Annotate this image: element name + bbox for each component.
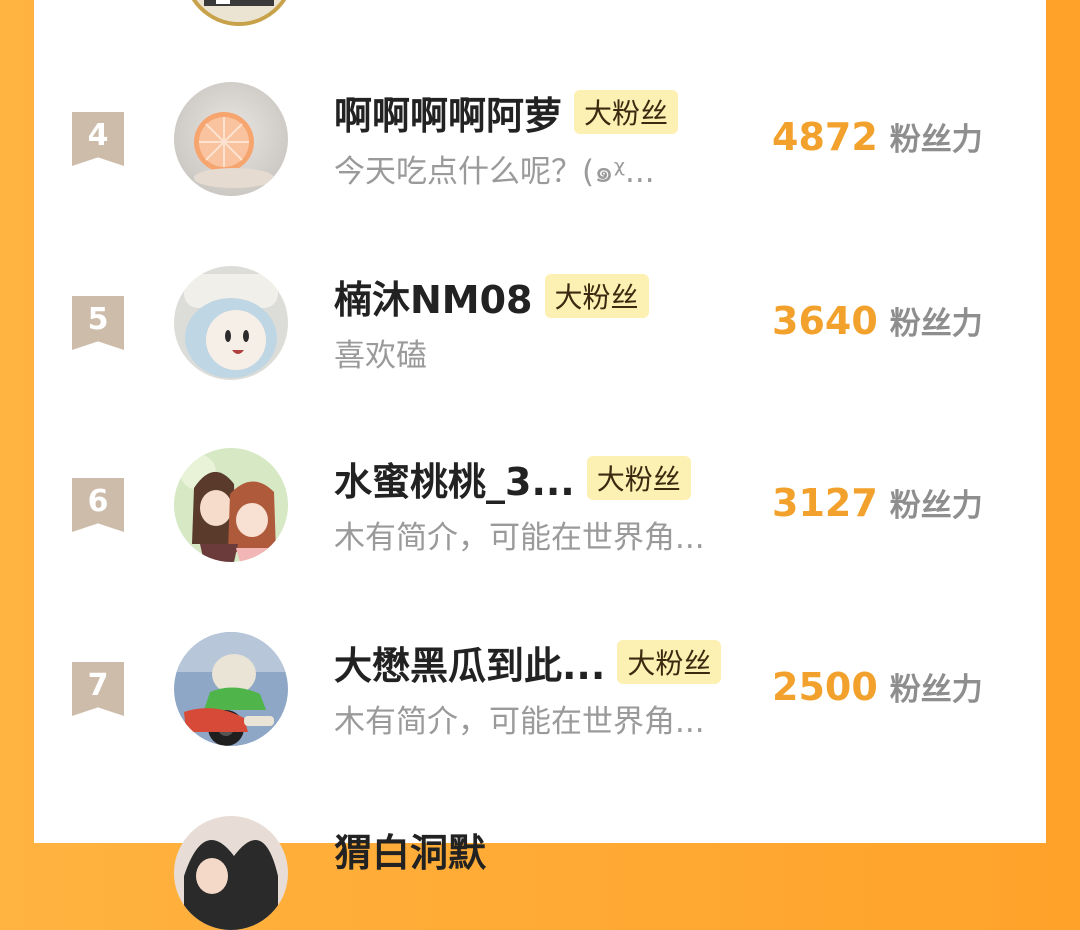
user-bio: 喜欢磕 xyxy=(334,338,427,374)
rank-ribbon: 5 xyxy=(72,296,124,350)
ranking-panel: 4 啊啊啊啊阿萝 大粉丝 今天吃点什么呢？(๑ᵡ... 4872 粉丝力 5 楠… xyxy=(34,0,1046,930)
ranking-row-6[interactable]: 6 水蜜桃桃_3... 大粉丝 木有简介，可能在世界角... 3127 粉丝力 xyxy=(34,448,1046,568)
user-name[interactable]: 大懋黑瓜到此... xyxy=(334,635,605,690)
rank-ribbon: 7 xyxy=(72,662,124,716)
user-name[interactable]: 楠沐NM08 xyxy=(334,269,533,324)
user-bio: 今天吃点什么呢？(๑ᵡ... xyxy=(334,154,655,190)
fan-power-value: 3127 xyxy=(772,481,878,525)
ranking-row-5[interactable]: 5 楠沐NM08 大粉丝 喜欢磕 3640 粉丝力 xyxy=(34,266,1046,386)
user-bio: 木有简介，可能在世界角... xyxy=(334,704,705,740)
fan-badge: 大粉丝 xyxy=(586,456,691,500)
fan-badge: 大粉丝 xyxy=(617,640,722,684)
cartoon-rider-avatar[interactable] xyxy=(174,632,288,746)
fan-power-label: 粉丝力 xyxy=(889,306,983,342)
rank-ribbon: 6 xyxy=(72,478,124,532)
fan-power: 3127 粉丝力 xyxy=(772,480,983,525)
user-name[interactable]: 啊啊啊啊阿萝 xyxy=(334,85,562,140)
anime-couple-avatar[interactable] xyxy=(174,448,288,562)
rank-ribbon: 4 xyxy=(72,112,124,166)
user-name[interactable]: 水蜜桃桃_3... xyxy=(334,451,575,506)
fan-power-label: 粉丝力 xyxy=(889,488,983,524)
fan-badge: 大粉丝 xyxy=(574,90,679,134)
grapefruit-avatar[interactable] xyxy=(174,82,288,196)
fan-power-value: 3640 xyxy=(772,299,878,343)
fan-badge: 大粉丝 xyxy=(544,274,649,318)
user-bio: 木有简介，可能在世界角... xyxy=(334,520,705,556)
partial-top-avatar[interactable] xyxy=(182,0,296,26)
blue-hair-doll-avatar[interactable] xyxy=(174,266,288,380)
fan-power-label: 粉丝力 xyxy=(889,122,983,158)
ranking-row-7[interactable]: 7 大懋黑瓜到此... 大粉丝 木有简介，可能在世界角... 2500 粉丝力 xyxy=(34,632,1046,752)
fan-power: 3640 粉丝力 xyxy=(772,298,983,343)
partial-user-name[interactable]: 猬白洞默 xyxy=(334,822,486,877)
fan-power-value: 4872 xyxy=(772,115,878,159)
fan-power-value: 2500 xyxy=(772,665,878,709)
fan-power-label: 粉丝力 xyxy=(889,672,983,708)
fan-power: 2500 粉丝力 xyxy=(772,664,983,709)
ranking-row-4[interactable]: 4 啊啊啊啊阿萝 大粉丝 今天吃点什么呢？(๑ᵡ... 4872 粉丝力 xyxy=(34,82,1046,202)
fan-power: 4872 粉丝力 xyxy=(772,114,983,159)
partial-bottom-avatar[interactable] xyxy=(174,816,288,930)
